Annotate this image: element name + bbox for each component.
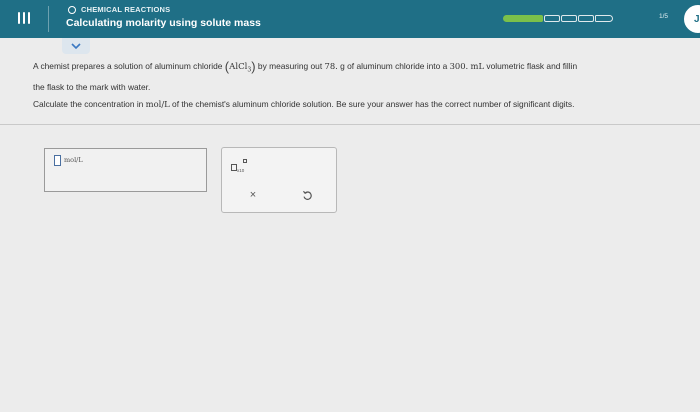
header-bar: CHEMICAL REACTIONS Calculating molarity … bbox=[0, 0, 700, 38]
tool-palette: x10 × bbox=[221, 147, 337, 213]
sci-exponent-box-icon bbox=[243, 159, 247, 163]
menu-icon bbox=[18, 12, 20, 24]
answer-input[interactable] bbox=[54, 155, 61, 166]
chevron-down-icon bbox=[71, 42, 81, 49]
topic-circle-icon bbox=[68, 5, 76, 14]
close-icon: × bbox=[249, 189, 257, 201]
question-prompt: Calculate the concentration in mol/L of … bbox=[33, 99, 575, 109]
scientific-notation-button[interactable]: x10 bbox=[231, 158, 253, 176]
progress-segment bbox=[595, 14, 613, 22]
clear-button[interactable]: × bbox=[244, 186, 262, 204]
topic-text: CHEMICAL REACTIONS bbox=[81, 5, 171, 14]
progress-segment-filled bbox=[503, 14, 543, 22]
volume-value: 300. bbox=[449, 61, 469, 71]
progress-bar bbox=[503, 14, 651, 22]
header-divider bbox=[48, 6, 49, 32]
topic-label: CHEMICAL REACTIONS bbox=[68, 5, 170, 14]
answer-area: mol/L bbox=[44, 148, 207, 192]
question-text: A chemist prepares a solution of aluminu… bbox=[33, 58, 700, 96]
progress-segment bbox=[544, 14, 560, 22]
undo-button[interactable] bbox=[298, 186, 316, 204]
mass-value: 78. bbox=[324, 61, 338, 71]
page-title: Calculating molarity using solute mass bbox=[66, 17, 261, 29]
divider bbox=[0, 124, 700, 125]
avatar[interactable]: J bbox=[684, 5, 700, 33]
question-line-2: the flask to the mark with water. bbox=[33, 81, 151, 92]
collapse-toggle[interactable] bbox=[62, 38, 90, 54]
answer-unit: mol/L bbox=[64, 156, 83, 164]
progress-count: 1/5 bbox=[659, 13, 669, 20]
menu-button[interactable] bbox=[14, 8, 34, 28]
page: CHEMICAL REACTIONS Calculating molarity … bbox=[0, 0, 700, 412]
undo-icon bbox=[302, 190, 312, 200]
chemical-formula: AlCl3 bbox=[229, 62, 252, 74]
volume-unit: mL bbox=[470, 61, 485, 71]
progress-segment bbox=[578, 14, 594, 22]
progress-segment bbox=[561, 14, 577, 22]
prompt-unit: mol/L bbox=[145, 99, 170, 109]
